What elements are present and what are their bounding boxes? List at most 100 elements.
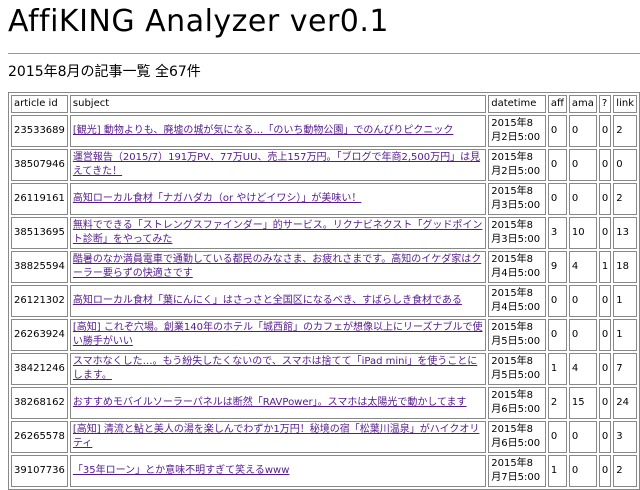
table-row: 26263924 [高知] これぞ穴場。創業140年のホテル「城西館」のカフェが想… (11, 319, 637, 351)
cell-ama: 0 (568, 285, 597, 317)
table-row: 38421246 スマホなくした…。もう紛失したくないので、スマホは捨てて「iPa… (11, 353, 637, 385)
cell-subject: 高知ローカル食材「ナガハダカ（or やけどイワシ）」が美味い！ (69, 183, 487, 215)
header-subject: subject (69, 95, 487, 113)
cell-link: 0 (613, 149, 637, 181)
table-row: 38513695 無料でできる「ストレングスファインダー」的サービス。リクナビネク… (11, 217, 637, 249)
cell-subject: 運営報告（2015/7）191万PV、77万UU、売上157万円。「ブログで年商… (69, 149, 487, 181)
cell-link: 2 (613, 183, 637, 215)
cell-link: 1 (613, 319, 637, 351)
cell-aff: 2 (547, 387, 567, 419)
cell-link: 2 (613, 455, 637, 487)
cell-datetime: 2015年8月7日5:00 (488, 455, 546, 487)
header-article-id: article id (11, 95, 68, 113)
cell-article-id: 38268162 (11, 387, 68, 419)
article-subject-link[interactable]: 「35年ローン」とか意味不明すぎて笑えるwww (73, 465, 289, 476)
cell-article-id: 26263924 (11, 319, 68, 351)
cell-datetime: 2015年8月3日5:00 (488, 217, 546, 249)
article-subject-link[interactable]: 高知ローカル食材「葉にんにく」はさっさと全国区になるべき、すばらしき食材である (73, 295, 462, 306)
cell-link: 3 (613, 421, 637, 453)
table-row: 26119161 高知ローカル食材「ナガハダカ（or やけどイワシ）」が美味い！ 2… (11, 183, 637, 215)
cell-datetime: 2015年8月4日5:00 (488, 251, 546, 283)
cell-question: 1 (598, 251, 612, 283)
cell-datetime: 2015年8月4日5:00 (488, 285, 546, 317)
cell-ama: 15 (568, 387, 597, 419)
cell-question: 0 (598, 217, 612, 249)
table-row: 26121302 高知ローカル食材「葉にんにく」はさっさと全国区になるべき、すばら… (11, 285, 637, 317)
cell-ama: 0 (568, 149, 597, 181)
cell-link: 7 (613, 353, 637, 385)
cell-aff: 0 (547, 319, 567, 351)
cell-article-id: 38421246 (11, 353, 68, 385)
article-subject-link[interactable]: 無料でできる「ストレングスファインダー」的サービス。リクナビネクスト「グッドポイ… (73, 220, 483, 245)
cell-question: 0 (598, 455, 612, 487)
cell-article-id: 23533689 (11, 115, 68, 147)
cell-article-id: 39107736 (11, 455, 68, 487)
cell-article-id: 38825594 (11, 251, 68, 283)
cell-datetime: 2015年8月5日5:00 (488, 353, 546, 385)
cell-aff: 0 (547, 115, 567, 147)
cell-article-id: 38507946 (11, 149, 68, 181)
cell-ama: 0 (568, 455, 597, 487)
cell-subject: スマホなくした…。もう紛失したくないので、スマホは捨てて「iPad mini」を… (69, 353, 487, 385)
cell-ama: 4 (568, 251, 597, 283)
cell-ama: 4 (568, 353, 597, 385)
cell-article-id: 38513695 (11, 217, 68, 249)
table-row: 38268162 おすすめモバイルソーラーパネルは断然「RAVPower」。スマホ… (11, 387, 637, 419)
cell-link: 18 (613, 251, 637, 283)
article-subject-link[interactable]: [観光] 動物よりも、廃墟の城が気になる…「のいち動物公園」でのんびりピクニック (73, 125, 453, 136)
cell-aff: 0 (547, 285, 567, 317)
cell-datetime: 2015年8月2日5:00 (488, 149, 546, 181)
cell-question: 0 (598, 353, 612, 385)
article-subject-link[interactable]: 運営報告（2015/7）191万PV、77万UU、売上157万円。「ブログで年商… (73, 152, 480, 177)
cell-aff: 0 (547, 149, 567, 181)
table-header-row: article id subject datetime aff ama ? li… (11, 95, 637, 113)
article-subject-link[interactable]: [高知] これぞ穴場。創業140年のホテル「城西館」のカフェが想像以上にリーズナ… (73, 322, 483, 347)
cell-aff: 0 (547, 421, 567, 453)
cell-subject: [観光] 動物よりも、廃墟の城が気になる…「のいち動物公園」でのんびりピクニック (69, 115, 487, 147)
cell-link: 24 (613, 387, 637, 419)
cell-datetime: 2015年8月3日5:00 (488, 183, 546, 215)
cell-question: 0 (598, 115, 612, 147)
cell-subject: おすすめモバイルソーラーパネルは断然「RAVPower」。スマホは太陽光で動かし… (69, 387, 487, 419)
cell-article-id: 26121302 (11, 285, 68, 317)
cell-aff: 1 (547, 455, 567, 487)
article-subject-link[interactable]: [高知] 清流と鮎と美人の湯を楽しんでわずか1万円！秘境の宿「松葉川温泉」がハイ… (73, 424, 479, 449)
header-question: ? (598, 95, 612, 113)
article-subject-link[interactable]: スマホなくした…。もう紛失したくないので、スマホは捨てて「iPad mini」を… (73, 356, 477, 381)
cell-aff: 3 (547, 217, 567, 249)
cell-subject: 高知ローカル食材「葉にんにく」はさっさと全国区になるべき、すばらしき食材である (69, 285, 487, 317)
article-count-summary: 2015年8月の記事一覧 全67件 (8, 64, 201, 80)
cell-article-id: 26119161 (11, 183, 68, 215)
cell-aff: 9 (547, 251, 567, 283)
cell-question: 0 (598, 285, 612, 317)
cell-link: 13 (613, 217, 637, 249)
table-row: 26265578 [高知] 清流と鮎と美人の湯を楽しんでわずか1万円！秘境の宿「松… (11, 421, 637, 453)
cell-subject: [高知] 清流と鮎と美人の湯を楽しんでわずか1万円！秘境の宿「松葉川温泉」がハイ… (69, 421, 487, 453)
cell-question: 0 (598, 183, 612, 215)
cell-question: 0 (598, 421, 612, 453)
cell-ama: 0 (568, 183, 597, 215)
table-row: 39107736 「35年ローン」とか意味不明すぎて笑えるwww 2015年8月7日… (11, 455, 637, 487)
cell-datetime: 2015年8月6日5:00 (488, 387, 546, 419)
title-divider (8, 53, 640, 54)
header-datetime: datetime (488, 95, 546, 113)
cell-subject: [高知] これぞ穴場。創業140年のホテル「城西館」のカフェが想像以上にリーズナ… (69, 319, 487, 351)
header-aff: aff (547, 95, 567, 113)
cell-ama: 0 (568, 115, 597, 147)
table-row: 38507946 運営報告（2015/7）191万PV、77万UU、売上157万円… (11, 149, 637, 181)
cell-question: 0 (598, 387, 612, 419)
cell-aff: 1 (547, 353, 567, 385)
article-subject-link[interactable]: 酷暑のなか満員電車で通勤している都民のみなさま、お疲れさまです。高知のイケダ家は… (73, 254, 481, 279)
cell-datetime: 2015年8月2日5:00 (488, 115, 546, 147)
cell-datetime: 2015年8月5日5:00 (488, 319, 546, 351)
cell-ama: 10 (568, 217, 597, 249)
table-row: 23533689 [観光] 動物よりも、廃墟の城が気になる…「のいち動物公園」での… (11, 115, 637, 147)
cell-link: 2 (613, 115, 637, 147)
article-subject-link[interactable]: おすすめモバイルソーラーパネルは断然「RAVPower」。スマホは太陽光で動かし… (73, 397, 467, 408)
cell-question: 0 (598, 319, 612, 351)
cell-subject: 無料でできる「ストレングスファインダー」的サービス。リクナビネクスト「グッドポイ… (69, 217, 487, 249)
cell-subject: 酷暑のなか満員電車で通勤している都民のみなさま、お疲れさまです。高知のイケダ家は… (69, 251, 487, 283)
article-subject-link[interactable]: 高知ローカル食材「ナガハダカ（or やけどイワシ）」が美味い！ (73, 193, 361, 204)
cell-link: 1 (613, 285, 637, 317)
cell-ama: 0 (568, 421, 597, 453)
